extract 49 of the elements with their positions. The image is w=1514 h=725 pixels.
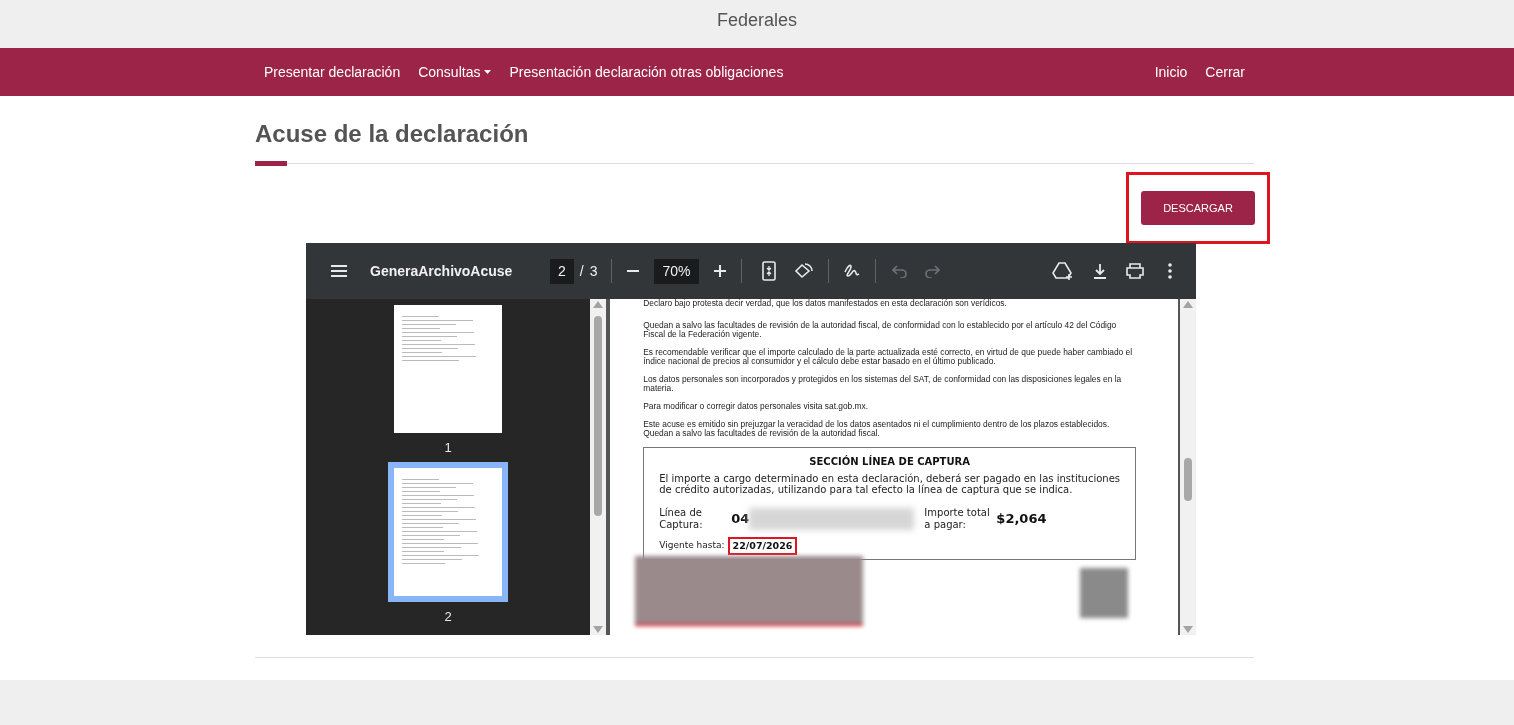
page-total: 3 — [589, 261, 598, 281]
fit-page-icon[interactable] — [761, 261, 776, 281]
nav-link[interactable]: Inicio — [1154, 61, 1188, 83]
document-paragraph: Este acuse es emitido sin prejuzgar la veracidad de los datos asentados ni el cumplimiento dentro de los plazos establecidos. Quedan a salvo las facultades de revisión de la autoridad fiscal. — [643, 420, 1111, 438]
page-number-field[interactable]: 2 — [550, 258, 574, 284]
nav-link[interactable]: Cerrar — [1205, 61, 1245, 83]
page-number: 1 — [444, 441, 452, 454]
section-text: El importe a cargo determinado en esta declaración, deberá ser pagado en las instituciones de crédito autorizadas, utilizando para tal efecto la línea de captura que se indica. — [659, 473, 1121, 495]
redo-icon[interactable] — [923, 264, 940, 278]
nav-link[interactable]: Presentar declaración — [264, 61, 401, 83]
document-paragraph: Declaro bajo protesta decir verdad, que los datos manifestados en esta declaración son verídicos. — [643, 299, 1008, 308]
nav-link[interactable]: Presentación declaración otras obligaciones — [509, 61, 784, 83]
total-label: Importe total a pagar: — [924, 507, 991, 531]
menu-icon[interactable] — [330, 264, 348, 278]
caret-icon — [484, 70, 492, 74]
nav-dropdown[interactable]: Consultas — [418, 61, 492, 83]
zoom-field[interactable]: 70% — [654, 258, 699, 284]
valid-date: 22/07/2026 — [727, 537, 798, 556]
page-title: Acuse de la declaración — [255, 119, 530, 148]
document-paragraph: Es recomendable verificar que el importe calculado de la parte actualizada esté correcto, en virtud de que puede haber cambiado el índice nacional de precios al consumidor y el cálculo debe estar basado en el último publicado. — [643, 348, 1134, 366]
download-icon[interactable] — [1092, 263, 1108, 279]
undo-icon[interactable] — [891, 264, 908, 278]
page-number: 2 — [444, 610, 452, 623]
document-paragraph: Los datos personales son incorporados y protegidos en los sistemas del SAT, de conformidad con las disposiciones legales en la materia. — [643, 375, 1123, 393]
print-icon[interactable] — [1126, 263, 1144, 279]
title-underline — [255, 161, 287, 166]
document-paragraph: Para modificar o corregir datos personales visita sat.gob.mx. — [643, 402, 870, 411]
capture-label: Línea de Captura: — [659, 507, 704, 531]
scrollbar[interactable] — [1180, 299, 1196, 635]
redacted-qr-code — [1080, 568, 1129, 619]
draw-icon[interactable] — [842, 262, 861, 280]
more-options-icon[interactable] — [1168, 263, 1172, 279]
zoom-in-icon[interactable] — [712, 264, 727, 278]
file-name: GeneraArchivoAcuse — [370, 261, 514, 281]
rotate-icon[interactable] — [793, 261, 814, 281]
total-value: $2,064 — [996, 510, 1047, 529]
scroll-thumb[interactable] — [594, 316, 603, 516]
page-thumbnail[interactable] — [388, 462, 509, 602]
download-button[interactable]: DESCARGAR — [1141, 191, 1255, 225]
page-separator: / — [579, 261, 584, 281]
scroll-thumb[interactable] — [1184, 458, 1192, 501]
section-title: SECCIÓN LÍNEA DE CAPTURA — [808, 454, 971, 469]
header-title: Federales — [716, 9, 797, 32]
document-paragraph: Quedan a salvo las facultades de revisión de la autoridad fiscal, de conformidad con lo establecido por el artículo 42 del Código Fiscal de la Federación vigente. — [643, 321, 1118, 339]
valid-label: Vigente hasta: — [659, 539, 725, 553]
capture-value: 04 — [731, 510, 750, 529]
page-thumbnail[interactable] — [394, 305, 503, 433]
drive-add-icon[interactable] — [1052, 262, 1074, 280]
scrollbar[interactable] — [590, 299, 607, 635]
